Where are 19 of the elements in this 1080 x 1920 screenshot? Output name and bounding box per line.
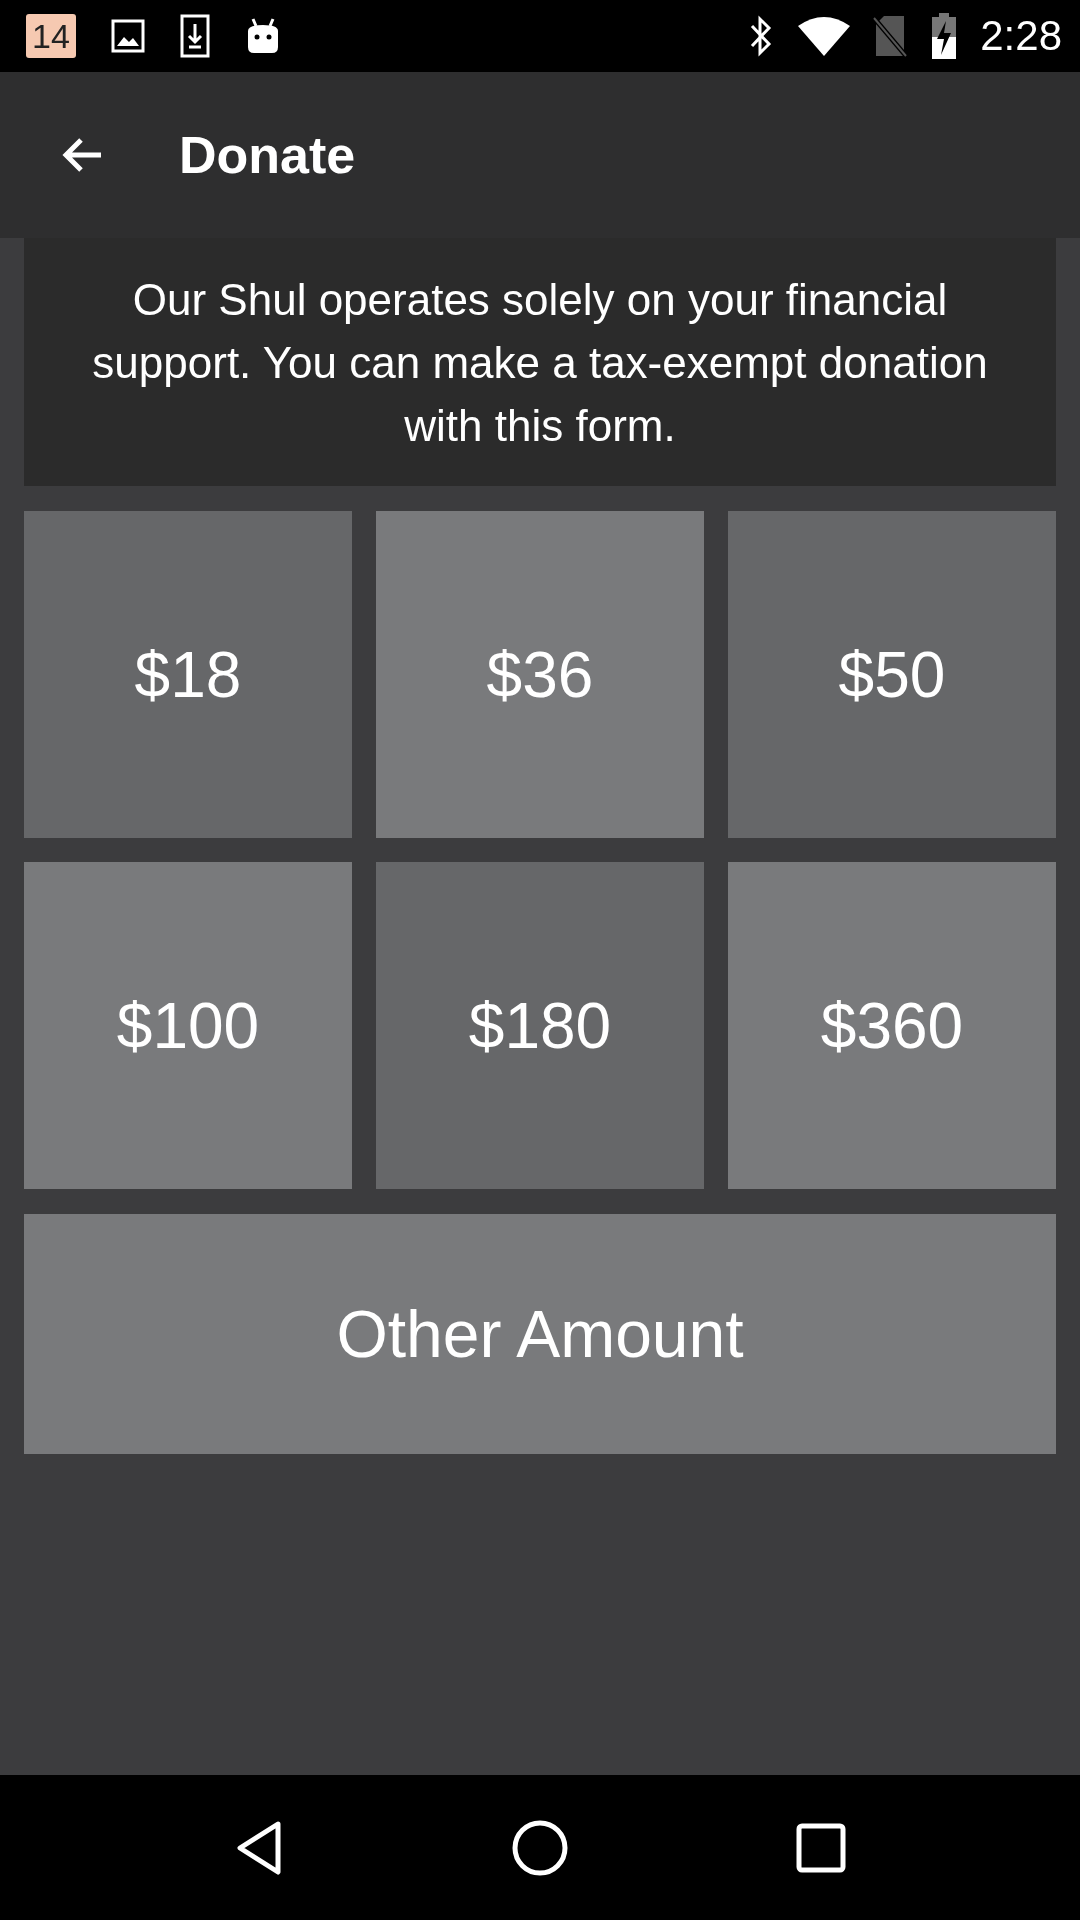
amount-button[interactable]: $100: [24, 862, 352, 1189]
amount-button[interactable]: $18: [24, 511, 352, 838]
recents-icon: [796, 1822, 846, 1873]
amount-button[interactable]: $50: [728, 511, 1056, 838]
other-amount-button[interactable]: Other Amount: [24, 1214, 1056, 1454]
calendar-notification-icon: 14: [26, 14, 76, 58]
home-icon: [512, 1819, 568, 1876]
image-icon: [110, 18, 146, 54]
amount-button[interactable]: $36: [376, 511, 704, 838]
back-icon: [234, 1819, 284, 1876]
clock-time: 2:28: [980, 12, 1062, 60]
amount-button[interactable]: $360: [728, 862, 1056, 1189]
intro-text: Our Shul operates solely on your financial support. You can make a tax-exempt donation with this form.: [91, 273, 989, 452]
battery-charging-icon: [930, 13, 959, 59]
download-icon: [180, 14, 210, 58]
no-sim-icon: [872, 14, 909, 58]
amount-button[interactable]: $180: [376, 862, 704, 1189]
screen-title: Donate: [179, 125, 356, 185]
wifi-icon: [798, 16, 851, 56]
